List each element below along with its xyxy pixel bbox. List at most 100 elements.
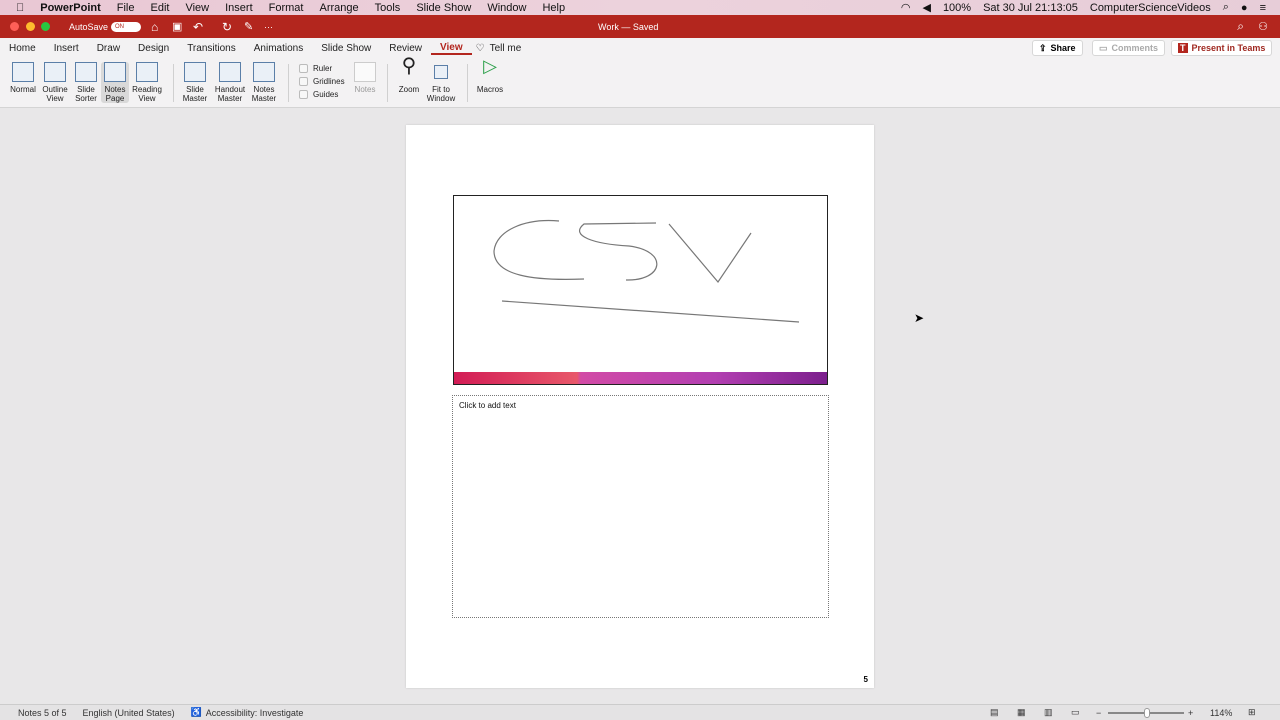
menu-slideshow[interactable]: Slide Show bbox=[416, 2, 471, 14]
notes-placeholder[interactable]: Click to add text bbox=[452, 395, 829, 618]
close-window-button[interactable] bbox=[10, 22, 19, 31]
zoom-slider[interactable] bbox=[1108, 708, 1184, 718]
label: Zoom bbox=[398, 85, 420, 94]
user-name[interactable]: ComputerScienceVideos bbox=[1090, 2, 1211, 14]
present-in-teams-button[interactable]: T Present in Teams bbox=[1171, 40, 1273, 56]
tab-insert[interactable]: Insert bbox=[45, 43, 88, 54]
menu-tools[interactable]: Tools bbox=[375, 2, 401, 14]
mac-menubar:  PowerPoint File Edit View Insert Forma… bbox=[0, 0, 1280, 15]
divider bbox=[288, 64, 289, 102]
label: Fit to Window bbox=[426, 85, 456, 103]
page-number: 5 bbox=[863, 675, 868, 684]
more-icon[interactable]: ··· bbox=[264, 22, 273, 32]
apple-icon[interactable]:  bbox=[16, 2, 24, 14]
zoom-level[interactable]: 114% bbox=[1210, 708, 1232, 718]
menu-edit[interactable]: Edit bbox=[151, 2, 170, 14]
slide-sorter-button[interactable]: Slide Sorter bbox=[71, 62, 101, 103]
share-button[interactable]: ⇪ Share bbox=[1032, 40, 1083, 56]
guides-checkbox[interactable]: Guides bbox=[299, 90, 338, 99]
share-label: Share bbox=[1050, 43, 1076, 53]
title-bar: AutoSave ON ⌂ ▣ ↶ ↻ ✎ ··· Work — Saved ⌕… bbox=[0, 15, 1280, 38]
spotlight-icon[interactable]: ⌕ bbox=[1223, 1, 1229, 14]
tab-home[interactable]: Home bbox=[0, 43, 45, 54]
label: Notes bbox=[354, 85, 376, 94]
menu-help[interactable]: Help bbox=[542, 2, 565, 14]
notes-icon bbox=[354, 62, 376, 82]
siri-icon[interactable]: ● bbox=[1241, 2, 1248, 14]
magnifier-icon: ⚲ bbox=[401, 55, 417, 77]
menu-insert[interactable]: Insert bbox=[225, 2, 253, 14]
notes-master-icon bbox=[253, 62, 275, 82]
tab-view[interactable]: View bbox=[431, 42, 472, 55]
notes-page-button[interactable]: Notes Page bbox=[101, 62, 129, 103]
label: Ruler bbox=[313, 64, 333, 73]
menu-arrange[interactable]: Arrange bbox=[319, 2, 358, 14]
comments-label: Comments bbox=[1111, 43, 1159, 53]
fit-to-window-button[interactable]: Fit to Window bbox=[424, 62, 458, 103]
menu-window[interactable]: Window bbox=[487, 2, 526, 14]
mouse-cursor-icon: ➤ bbox=[914, 311, 925, 325]
menu-file[interactable]: File bbox=[117, 2, 135, 14]
menu-app[interactable]: PowerPoint bbox=[40, 2, 101, 14]
menu-format[interactable]: Format bbox=[269, 2, 304, 14]
fit-slide-icon[interactable]: ⊞ bbox=[1248, 707, 1256, 718]
zoom-slider-thumb[interactable] bbox=[1144, 708, 1150, 718]
outline-view-button[interactable]: Outline View bbox=[40, 62, 70, 103]
search-icon[interactable]: ⌕ bbox=[1237, 19, 1244, 34]
slide-sorter-status-icon[interactable]: ▦ bbox=[1017, 707, 1026, 718]
volume-icon[interactable]: ◀ bbox=[922, 1, 930, 14]
zoom-button[interactable]: ⚲ Zoom bbox=[395, 55, 423, 94]
tab-design[interactable]: Design bbox=[129, 43, 178, 54]
battery-label[interactable]: 100% bbox=[943, 2, 971, 14]
autosave-toggle[interactable]: ON bbox=[111, 21, 141, 32]
tab-transitions[interactable]: Transitions bbox=[178, 43, 245, 54]
accessibility-status[interactable]: Accessibility: Investigate bbox=[206, 708, 304, 718]
reading-view-icon bbox=[136, 62, 158, 82]
language[interactable]: English (United States) bbox=[83, 708, 175, 718]
zoom-window-button[interactable] bbox=[41, 22, 50, 31]
normal-view-status-icon[interactable]: ▤ bbox=[990, 707, 999, 718]
autosave-label: AutoSave bbox=[69, 21, 109, 32]
reading-view-button[interactable]: Reading View bbox=[130, 62, 164, 103]
label: Notes Page bbox=[104, 85, 126, 103]
home-icon[interactable]: ⌂ bbox=[151, 20, 158, 34]
notes-button[interactable]: Notes bbox=[352, 62, 378, 94]
minimize-window-button[interactable] bbox=[26, 22, 35, 31]
save-icon[interactable]: ▣ bbox=[172, 20, 182, 33]
handout-master-button[interactable]: Handout Master bbox=[212, 62, 248, 103]
slide-gradient-bar bbox=[454, 372, 827, 384]
notes-page-icon bbox=[104, 62, 126, 82]
normal-view-button[interactable]: Normal bbox=[8, 62, 38, 94]
wifi-icon[interactable]: ◠ bbox=[901, 1, 911, 14]
label: Gridlines bbox=[313, 77, 345, 86]
ribbon-view: Normal Outline View Slide Sorter Notes P… bbox=[0, 55, 1280, 108]
tab-review[interactable]: Review bbox=[380, 43, 431, 54]
document-title[interactable]: Work — Saved bbox=[598, 22, 658, 32]
quick-edit-icon[interactable]: ✎ bbox=[244, 20, 253, 33]
tab-animations[interactable]: Animations bbox=[245, 43, 312, 54]
comments-button[interactable]: ▭ Comments bbox=[1092, 40, 1166, 56]
ruler-checkbox[interactable]: Ruler bbox=[299, 64, 332, 73]
tell-me[interactable]: Tell me bbox=[485, 43, 531, 54]
macros-button[interactable]: ▷ Macros bbox=[474, 57, 506, 94]
label: Slide Master bbox=[182, 85, 208, 103]
reading-view-status-icon[interactable]: ▥ bbox=[1044, 707, 1053, 718]
tab-slideshow[interactable]: Slide Show bbox=[312, 43, 380, 54]
notes-master-button[interactable]: Notes Master bbox=[249, 62, 279, 103]
slide-thumbnail[interactable] bbox=[453, 195, 828, 385]
tab-draw[interactable]: Draw bbox=[88, 43, 129, 54]
control-center-icon[interactable]: ≡ bbox=[1260, 2, 1266, 14]
gridlines-checkbox[interactable]: Gridlines bbox=[299, 77, 345, 86]
share-icon: ⇪ bbox=[1039, 42, 1047, 53]
slide-master-button[interactable]: Slide Master bbox=[180, 62, 210, 103]
share-people-icon[interactable]: ⚇ bbox=[1258, 20, 1268, 33]
normal-view-icon bbox=[12, 62, 34, 82]
slideshow-status-icon[interactable]: ▭ bbox=[1071, 707, 1080, 718]
label: Reading View bbox=[132, 85, 162, 103]
menu-view[interactable]: View bbox=[185, 2, 209, 14]
zoom-out-button[interactable]: − bbox=[1096, 708, 1101, 718]
redo-icon[interactable]: ↻ bbox=[222, 20, 232, 34]
clock[interactable]: Sat 30 Jul 21:13:05 bbox=[983, 2, 1078, 14]
zoom-in-button[interactable]: + bbox=[1188, 708, 1193, 718]
undo-icon[interactable]: ↶ bbox=[193, 20, 203, 34]
